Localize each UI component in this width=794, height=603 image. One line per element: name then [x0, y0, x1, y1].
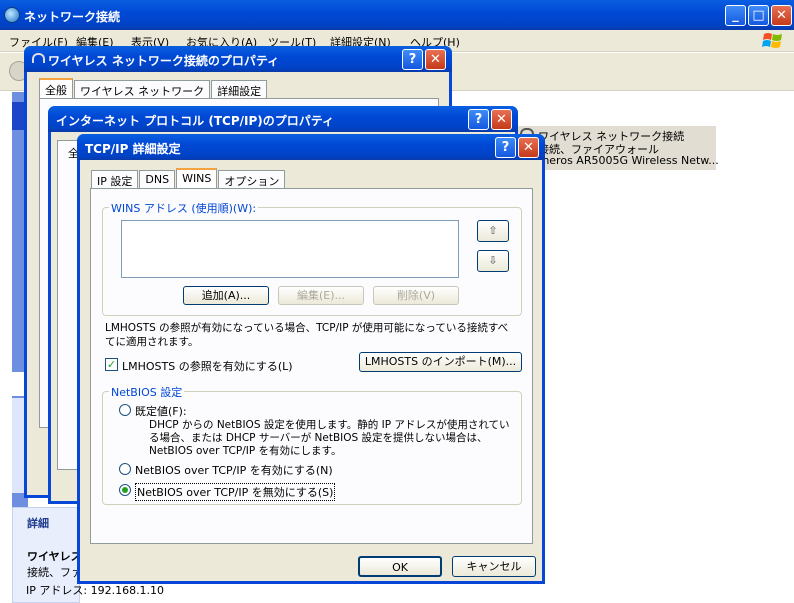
delete-wins-button[interactable]: 削除(V) — [373, 286, 459, 305]
netbios-disable-radio[interactable] — [119, 484, 131, 496]
wins-address-list[interactable] — [121, 220, 459, 278]
netbios-default-desc-line3: NetBIOS over TCP/IP を有効にします。 — [149, 445, 342, 457]
network-connections-icon — [4, 7, 20, 23]
wireless-properties-title: ワイヤレス ネットワーク接続のプロパティ — [48, 54, 280, 68]
netbios-group-label: NetBIOS 設定 — [109, 384, 185, 400]
close-button[interactable]: ✕ — [771, 5, 792, 26]
wins-address-group: WINS アドレス (使用順)(W): ⇧ ⇩ 追加(A)... 編集(E)..… — [102, 200, 522, 316]
netbios-disable-label[interactable]: NetBIOS over TCP/IP を無効にする(S) — [135, 483, 336, 501]
move-down-button[interactable]: ⇩ — [477, 250, 509, 272]
tab-ip-settings[interactable]: IP 設定 — [91, 170, 139, 188]
netbios-enable-radio[interactable] — [119, 463, 131, 475]
explorer-title: ネットワーク接続 — [24, 10, 121, 24]
windows-logo-icon — [762, 31, 784, 51]
netbios-enable-label[interactable]: NetBIOS over TCP/IP を有効にする(N) — [135, 462, 333, 478]
advanced-title-bar[interactable]: TCP/IP 詳細設定 ? ✕ — [77, 134, 545, 160]
help-button[interactable]: ? — [495, 137, 516, 158]
details-name: ワイヤレス — [27, 550, 82, 563]
details-status: 接続、ファ — [27, 566, 82, 579]
cancel-button[interactable]: キャンセル — [452, 556, 536, 577]
connection-item[interactable]: ワイヤレス ネットワーク接続 接続、ファイアウォール theros AR5005… — [516, 126, 719, 170]
help-button[interactable]: ? — [468, 109, 489, 130]
maximize-button[interactable]: □ — [748, 5, 769, 26]
tcpip-properties-title-bar[interactable]: インターネット プロトコル (TCP/IP)のプロパティ ? ✕ — [48, 106, 518, 132]
details-ip: IP アドレス: 192.168.1.10 — [26, 584, 165, 597]
netbios-group: NetBIOS 設定 既定値(F): DHCP からの NetBIOS 設定を使… — [102, 384, 522, 505]
help-button[interactable]: ? — [402, 49, 423, 70]
close-button[interactable]: ✕ — [518, 137, 539, 158]
add-wins-button[interactable]: 追加(A)... — [183, 286, 269, 305]
explorer-title-bar[interactable]: ネットワーク接続 _ □ ✕ — [0, 0, 794, 30]
tab-dns[interactable]: DNS — [139, 170, 176, 188]
close-button[interactable]: ✕ — [491, 109, 512, 130]
lmhosts-import-button[interactable]: LMHOSTS のインポート(M)... — [359, 352, 522, 372]
tcpip-properties-title: インターネット プロトコル (TCP/IP)のプロパティ — [56, 114, 335, 128]
down-arrow-icon: ⇩ — [488, 254, 498, 267]
lmhosts-checkbox[interactable]: ✓ — [105, 358, 118, 371]
lmhosts-description-line1: LMHOSTS の参照が有効になっている場合、TCP/IP が使用可能になってい… — [105, 322, 509, 334]
minimize-button[interactable]: _ — [725, 5, 746, 26]
tab-advanced[interactable]: 詳細設定 — [211, 80, 268, 98]
wireless-dialog-icon — [32, 53, 45, 63]
connection-device: theros AR5005G Wireless Netw... — [538, 154, 719, 167]
wins-tab-panel: WINS アドレス (使用順)(W): ⇧ ⇩ 追加(A)... 編集(E)..… — [90, 188, 533, 544]
wireless-properties-title-bar[interactable]: ワイヤレス ネットワーク接続のプロパティ ? ✕ — [24, 46, 452, 72]
ok-button[interactable]: OK — [358, 556, 442, 577]
tcpip-advanced-dialog: TCP/IP 詳細設定 ? ✕ IP 設定 DNS WINS オプション WIN… — [77, 134, 545, 584]
move-up-button[interactable]: ⇧ — [477, 220, 509, 242]
advanced-title: TCP/IP 詳細設定 — [85, 142, 181, 156]
netbios-default-radio[interactable] — [119, 404, 131, 416]
wireless-tabs: 全般 ワイヤレス ネットワーク 詳細設定 — [39, 78, 268, 99]
tab-wireless-network[interactable]: ワイヤレス ネットワーク — [74, 80, 211, 98]
edit-wins-button[interactable]: 編集(E)... — [278, 286, 364, 305]
tab-options[interactable]: オプション — [218, 170, 286, 188]
tab-general[interactable]: 全般 — [39, 78, 73, 99]
wins-address-label: WINS アドレス (使用順)(W): — [109, 200, 259, 216]
details-heading[interactable]: 詳細 — [27, 515, 49, 531]
advanced-tabs: IP 設定 DNS WINS オプション — [91, 168, 286, 189]
close-button[interactable]: ✕ — [425, 49, 446, 70]
lmhosts-checkbox-label[interactable]: LMHOSTS の参照を有効にする(L) — [122, 358, 293, 374]
tab-wins[interactable]: WINS — [176, 168, 218, 189]
lmhosts-description-line2: てに適用されます。 — [105, 336, 199, 348]
up-arrow-icon: ⇧ — [488, 224, 498, 237]
